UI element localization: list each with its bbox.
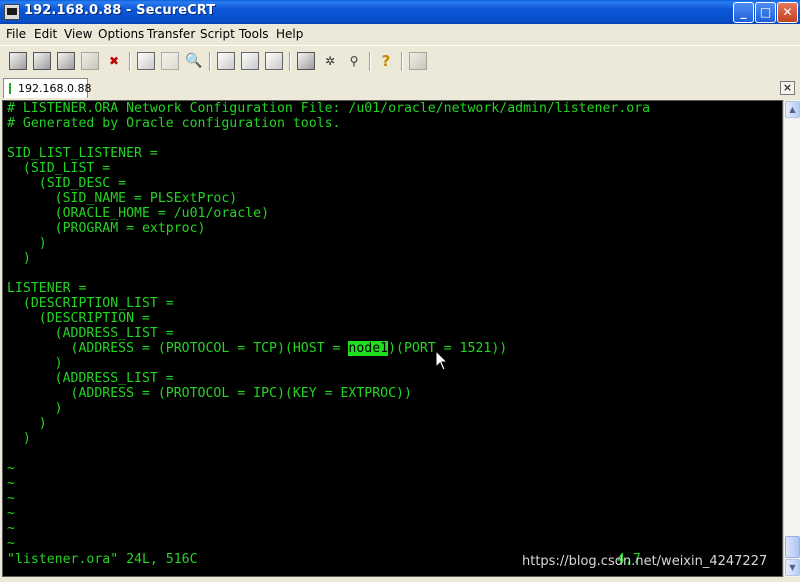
csdn-watermark: https://blog.csdn.net/weixin_4247227 (522, 554, 768, 569)
paste-icon[interactable] (161, 52, 179, 70)
terminal-line: (SID_DESC = (7, 176, 127, 191)
toolbar: ✖ 🔍 ✲ ⚲ ? (0, 45, 800, 76)
find-icon[interactable]: 🔍 (185, 52, 203, 70)
vim-empty-line-marker: ~ (7, 521, 15, 536)
menu-view[interactable]: View (64, 27, 92, 41)
session-tab-bar: 192.168.0.88 × (0, 76, 800, 100)
terminal-line: ) (7, 416, 47, 431)
terminal-line: ) (7, 401, 63, 416)
menu-help[interactable]: Help (276, 27, 303, 41)
terminal-line: ) (7, 431, 31, 446)
vim-status-line: "listener.ora" 24L, 516C (7, 552, 198, 567)
print-selection-icon[interactable] (241, 52, 259, 70)
menu-script[interactable]: Script (200, 27, 235, 41)
mouse-pointer-icon (435, 350, 449, 371)
session-options-icon[interactable] (297, 52, 315, 70)
terminal-line: SID_LIST_LISTENER = (7, 146, 158, 161)
toolbar-separator (289, 52, 291, 71)
help-icon[interactable]: ? (377, 52, 395, 70)
host-line-prefix: (ADDRESS = (PROTOCOL = TCP)(HOST = (7, 341, 349, 356)
scroll-up-arrow-icon[interactable]: ▲ (785, 101, 800, 118)
terminal-line: # LISTENER.ORA Network Configuration Fil… (7, 101, 651, 116)
terminal-view[interactable]: # LISTENER.ORA Network Configuration Fil… (2, 100, 783, 577)
terminal-line: LISTENER = (7, 281, 87, 296)
scroll-down-arrow-icon[interactable]: ▼ (785, 559, 800, 576)
menu-transfer[interactable]: Transfer (147, 27, 195, 41)
connect-in-tab-icon[interactable] (57, 52, 75, 70)
terminal-line: (DESCRIPTION_LIST = (7, 296, 174, 311)
window-title: 192.168.0.88 - SecureCRT (24, 3, 216, 18)
toolbar-separator (369, 52, 371, 71)
terminal-line: ) (7, 356, 63, 371)
toolbar-separator (401, 52, 403, 71)
terminal-line: (ORACLE_HOME = /u01/oracle) (7, 206, 270, 221)
copy-icon[interactable] (137, 52, 155, 70)
menu-bar: File Edit View Options Transfer Script T… (0, 24, 800, 44)
terminal-line: (SID_NAME = PLSExtProc) (7, 191, 238, 206)
selected-hostname[interactable]: node1 (348, 341, 389, 356)
reconnect-icon[interactable] (81, 52, 99, 70)
toolbar-separator (209, 52, 211, 71)
terminal-line-host: (ADDRESS = (PROTOCOL = TCP)(HOST = node1… (7, 341, 507, 356)
close-tab-icon[interactable]: × (780, 81, 795, 95)
menu-options[interactable]: Options (98, 27, 144, 41)
terminal-line: (SID_LIST = (7, 161, 111, 176)
scrollbar-thumb[interactable] (785, 536, 800, 558)
title-bar: 192.168.0.88 - SecureCRT _ □ ✕ (0, 0, 800, 24)
keymap-icon[interactable]: ⚲ (345, 52, 363, 70)
sftp-icon[interactable] (409, 52, 427, 70)
connected-status-icon (9, 83, 11, 94)
vim-empty-line-marker: ~ (7, 506, 15, 521)
disconnect-icon[interactable]: ✖ (105, 52, 123, 70)
terminal-line: # Generated by Oracle configuration tool… (7, 116, 341, 131)
close-button[interactable]: ✕ (777, 2, 798, 23)
connect-icon[interactable] (9, 52, 27, 70)
vertical-scrollbar[interactable]: ▲ ▼ (783, 100, 800, 577)
menu-tools[interactable]: Tools (239, 27, 269, 41)
maximize-button[interactable]: □ (755, 2, 776, 23)
terminal-line: (ADDRESS_LIST = (7, 326, 174, 341)
vim-empty-line-marker: ~ (7, 491, 15, 506)
quick-connect-icon[interactable] (33, 52, 51, 70)
terminal-line: (ADDRESS_LIST = (7, 371, 174, 386)
terminal-line: ) (7, 236, 47, 251)
minimize-button[interactable]: _ (733, 2, 754, 23)
global-options-icon[interactable]: ✲ (321, 52, 339, 70)
print-setup-icon[interactable] (265, 52, 283, 70)
securecrt-app-icon[interactable] (4, 4, 20, 20)
terminal-line: ) (7, 251, 31, 266)
terminal-line: (PROGRAM = extproc) (7, 221, 206, 236)
print-icon[interactable] (217, 52, 235, 70)
menu-file[interactable]: File (6, 27, 26, 41)
terminal-line: (DESCRIPTION = (7, 311, 150, 326)
tab-session[interactable]: 192.168.0.88 (3, 78, 92, 98)
vim-empty-line-marker: ~ (7, 536, 15, 551)
terminal-line: (ADDRESS = (PROTOCOL = IPC)(KEY = EXTPRO… (7, 386, 412, 401)
toolbar-separator (129, 52, 131, 71)
menu-edit[interactable]: Edit (34, 27, 57, 41)
tab-label: 192.168.0.88 (18, 82, 92, 95)
vim-empty-line-marker: ~ (7, 461, 15, 476)
vim-empty-line-marker: ~ (7, 476, 15, 491)
